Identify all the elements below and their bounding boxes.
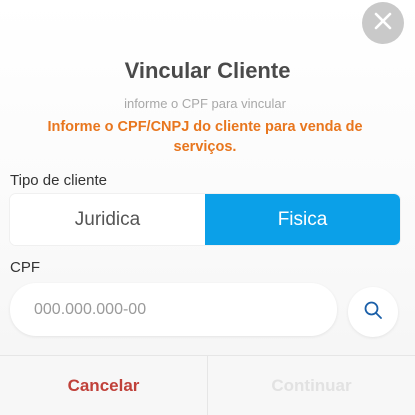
search-icon xyxy=(363,300,383,325)
cpf-label: CPF xyxy=(10,259,40,276)
cancel-button[interactable]: Cancelar xyxy=(0,356,208,415)
vincular-cliente-modal: Vincular Cliente informe o CPF para vinc… xyxy=(0,0,415,415)
close-button[interactable] xyxy=(362,2,404,44)
client-type-toggle: Juridica Fisica xyxy=(10,194,400,245)
modal-footer: Cancelar Continuar xyxy=(0,355,415,415)
close-icon xyxy=(373,11,393,36)
client-type-option-fisica[interactable]: Fisica xyxy=(205,194,400,245)
modal-subtitle: informe o CPF para vincular xyxy=(124,96,286,111)
client-type-label: Tipo de cliente xyxy=(10,172,108,189)
search-button[interactable] xyxy=(348,287,398,337)
modal-title: Vincular Cliente xyxy=(124,58,291,83)
continue-button[interactable]: Continuar xyxy=(208,356,415,415)
cpf-input[interactable] xyxy=(32,299,326,320)
client-type-option-juridica[interactable]: Juridica xyxy=(10,194,205,245)
cpf-field xyxy=(10,283,337,336)
warning-message: Informe o CPF/CNPJ do cliente para venda… xyxy=(47,119,363,155)
